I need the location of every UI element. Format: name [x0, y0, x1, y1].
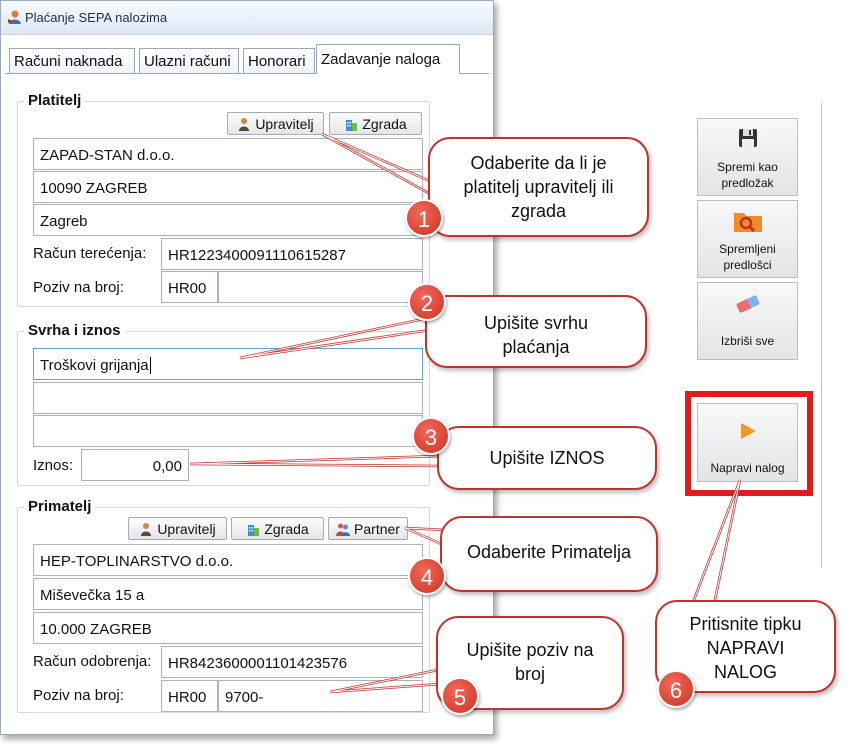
callout-badge-3: 3 — [412, 417, 450, 455]
tab-honorari[interactable]: Honorari — [243, 48, 315, 74]
platitelj-poziv-label: Poziv na broj: — [33, 279, 124, 296]
platitelj-place-field[interactable]: Zagreb — [33, 204, 423, 236]
callout-badge-4: 4 — [408, 557, 446, 595]
callout-4: Odaberite Primatelja — [440, 516, 658, 592]
building-icon — [346, 120, 358, 131]
callout-badge-2: 2 — [408, 283, 446, 321]
primatelj-poziv-broj-field[interactable]: 9700- — [218, 680, 423, 712]
napravi-nalog-button[interactable]: Napravi nalog — [697, 403, 798, 482]
primatelj-poziv-model-field[interactable]: HR00 — [161, 680, 218, 712]
racun-odobrenja-label: Račun odobrenja: — [33, 653, 152, 670]
callout-badge-5: 5 — [441, 677, 479, 715]
platitelj-poziv-model-field[interactable]: HR00 — [161, 271, 218, 303]
upravitelj-label: Upravitelj — [157, 521, 216, 537]
tab-racuni-naknada[interactable]: Računi naknada — [9, 48, 135, 74]
svrha-line1-input[interactable]: Troškovi grijanja — [33, 348, 423, 380]
iznos-label: Iznos: — [33, 457, 74, 474]
iznos-input[interactable]: 0,00 — [81, 449, 189, 481]
svrha-line2-input[interactable] — [33, 382, 423, 414]
folder-search-icon — [733, 213, 762, 233]
tab-zadavanje-naloga[interactable]: Zadavanje naloga — [316, 44, 460, 74]
callout-badge-6: 6 — [657, 670, 695, 708]
platitelj-poziv-broj-field[interactable] — [218, 271, 423, 303]
platitelj-upravitelj-button[interactable]: Upravitelj — [227, 112, 324, 135]
primatelj-city-field[interactable]: 10.000 ZAGREB — [33, 612, 423, 644]
person-icon — [141, 523, 152, 536]
callout-5-text: Upišite poziv na broj — [466, 640, 594, 684]
app-icon — [8, 10, 21, 24]
callout-3-text: Upišite IZNOS — [489, 448, 605, 468]
svrha-line3-input[interactable] — [33, 415, 423, 447]
callout-3: Upišite IZNOS — [437, 426, 657, 490]
spremi-kao-label: Spremi kao predložak — [717, 160, 778, 190]
izbrisi-sve-button[interactable]: Izbriši sve — [697, 282, 798, 360]
person-icon — [239, 118, 250, 131]
primatelj-poziv-label: Poziv na broj: — [33, 687, 124, 704]
floppy-disk-icon — [738, 129, 757, 147]
racun-terecenja-field[interactable]: HR1223400091110615287 — [161, 238, 423, 270]
svrha-legend: Svrha i iznos — [24, 322, 125, 339]
spremi-kao-predlozak-button[interactable]: Spremi kao predložak — [697, 118, 798, 196]
primatelj-street-field[interactable]: Miševečka 15 a — [33, 578, 423, 610]
callout-2: Upišite svrhu plaćanja — [425, 295, 647, 368]
napravi-label: Napravi nalog — [710, 461, 785, 475]
callout-badge-1: 1 — [405, 199, 443, 237]
callout-2-text: Upišite svrhu plaćanja — [483, 313, 589, 357]
play-arrow-icon — [740, 423, 756, 439]
eraser-icon — [736, 295, 759, 313]
primatelj-partner-button[interactable]: Partner — [328, 517, 408, 540]
primatelj-name-field[interactable]: HEP-TOPLINARSTVO d.o.o. — [33, 544, 423, 576]
racun-terecenja-label: Račun terećenja: — [33, 245, 147, 262]
title-bar: Plaćanje SEPA nalozima — [1, 1, 493, 35]
primatelj-zgrada-button[interactable]: Zgrada — [231, 517, 324, 540]
racun-odobrenja-field[interactable]: HR8423600001101423576 — [161, 646, 423, 678]
tab-ulazni-racuni[interactable]: Ulazni računi — [139, 48, 239, 74]
text-caret — [149, 357, 151, 374]
svrha-line1-text: Troškovi grijanja — [40, 357, 149, 374]
callout-4-text: Odaberite Primatelja — [466, 542, 632, 562]
spremljeni-predlosci-button[interactable]: Spremljeni predlošci — [697, 200, 798, 278]
upravitelj-label: Upravitelj — [255, 116, 314, 132]
izbrisi-label: Izbriši sve — [720, 334, 775, 348]
sepa-window: Plaćanje SEPA nalozima Računi naknada Ul… — [0, 0, 494, 735]
callout-1-text: Odaberite da li je platitelj upravitelj … — [463, 153, 614, 221]
spremljeni-label: Spremljeni predlošci — [719, 242, 776, 272]
partner-label: Partner — [354, 521, 400, 537]
platitelj-legend: Platitelj — [24, 92, 86, 109]
zgrada-label: Zgrada — [362, 116, 407, 132]
callout-1: Odaberite da li je platitelj upravitelj … — [428, 137, 649, 237]
window-title: Plaćanje SEPA nalozima — [25, 10, 168, 25]
partners-icon — [336, 523, 351, 536]
primatelj-upravitelj-button[interactable]: Upravitelj — [128, 517, 227, 540]
platitelj-zgrada-button[interactable]: Zgrada — [329, 112, 422, 135]
platitelj-name-field[interactable]: ZAPAD-STAN d.o.o. — [33, 138, 423, 170]
building-icon — [248, 525, 260, 536]
platitelj-city-field[interactable]: 10090 ZAGREB — [33, 171, 423, 203]
zgrada-label: Zgrada — [264, 521, 309, 537]
callout-6-text: Pritisnite tipku NAPRAVI NALOG — [689, 614, 802, 682]
primatelj-legend: Primatelj — [24, 498, 96, 515]
